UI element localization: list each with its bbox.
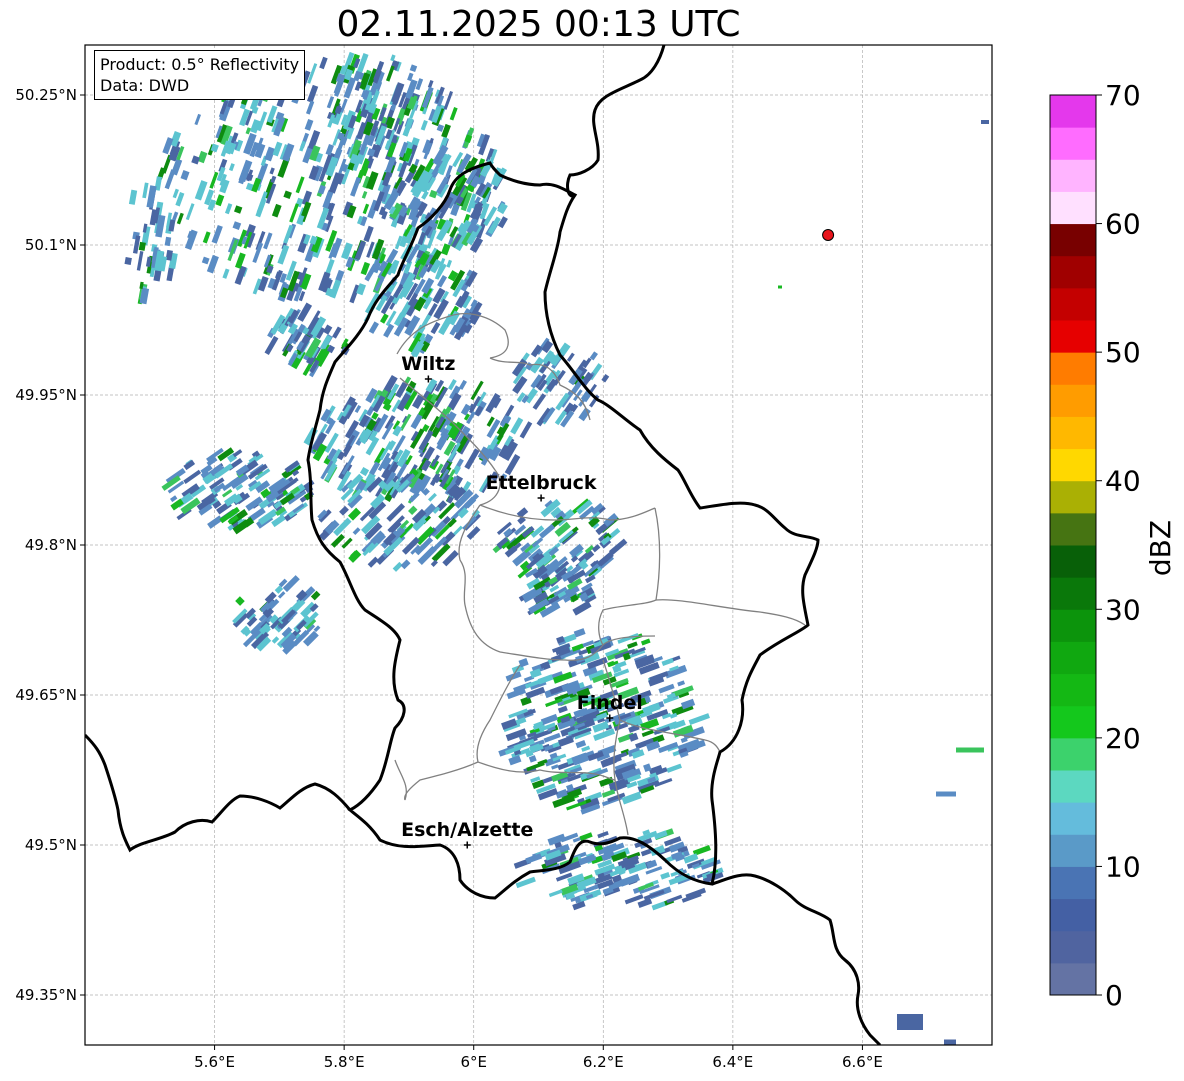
lon-tick-label: 6°E [460, 1053, 487, 1071]
city-label: Findel [577, 692, 643, 714]
city-label: Ettelbruck [486, 472, 597, 494]
lon-tick-label: 5.6°E [194, 1053, 235, 1071]
info-box: Product: 0.5° Reflectivity Data: DWD [94, 50, 306, 100]
lat-tick-label: 49.5°N [25, 836, 77, 854]
lat-tick-label: 49.65°N [15, 686, 77, 704]
lat-tick-label: 50.1°N [25, 236, 77, 254]
echo-cell [778, 285, 782, 289]
lon-tick-label: 6.4°E [712, 1053, 753, 1071]
echo-cell [956, 747, 984, 753]
lat-tick-label: 49.35°N [15, 986, 77, 1004]
product-label: Product: 0.5° Reflectivity [100, 55, 300, 74]
lat-tick-label: 50.25°N [15, 86, 77, 104]
echo-cell [944, 1039, 956, 1045]
lon-tick-label: 5.8°E [324, 1053, 365, 1071]
radar-site-marker[interactable] [822, 229, 835, 241]
echo-cell [124, 256, 132, 265]
city-label: Wiltz [401, 353, 455, 375]
lon-tick-label: 6.2°E [583, 1053, 624, 1071]
lon-tick-label: 6.6°E [842, 1053, 883, 1071]
lat-tick-label: 49.8°N [25, 536, 77, 554]
lat-tick-label: 49.95°N [15, 386, 77, 404]
echo-cell [936, 791, 956, 797]
echo-cell [897, 1014, 923, 1030]
data-source-label: Data: DWD [100, 76, 190, 95]
radar-map[interactable]: 5.6°E 5.8°E 6°E 6.2°E 6.4°E 6.6°E 50.25°N 50.1°… [0, 0, 1184, 1081]
city-label: Esch/Alzette [401, 819, 533, 841]
echo-cell [981, 120, 989, 124]
